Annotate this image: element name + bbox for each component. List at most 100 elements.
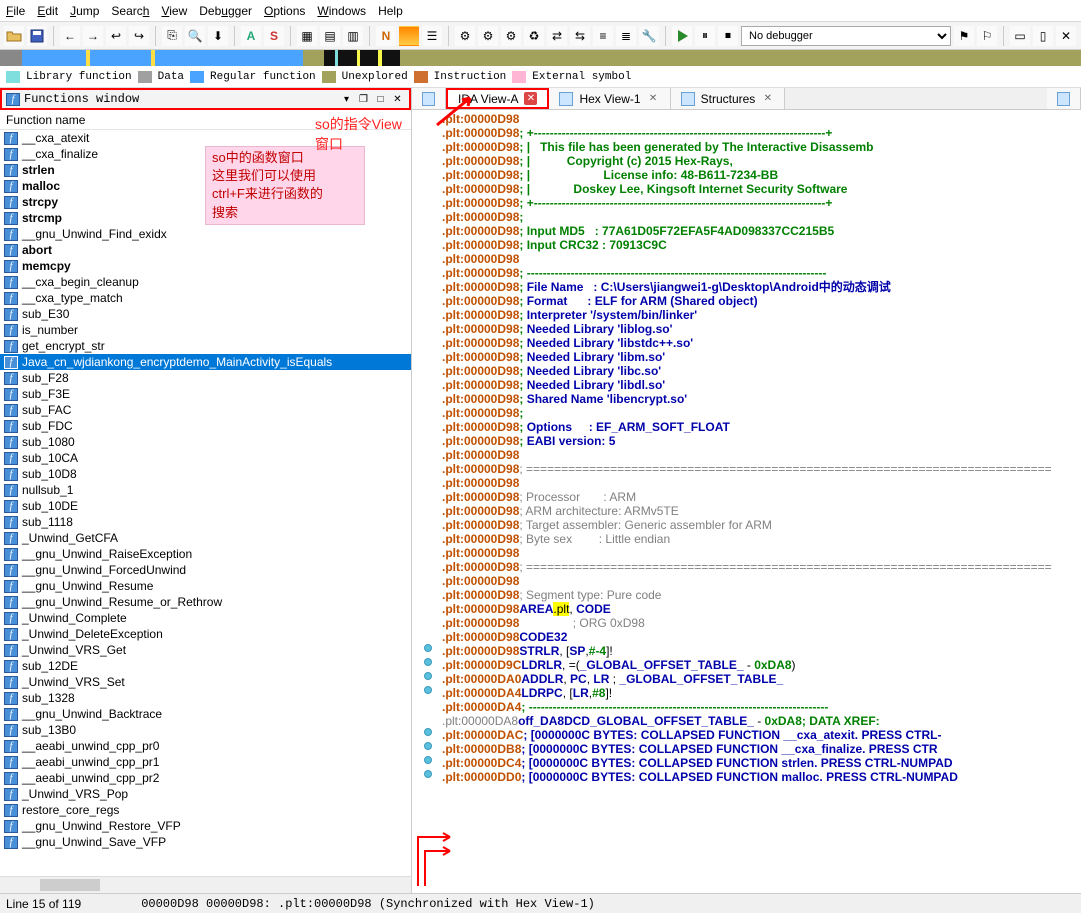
disasm-line[interactable]: .plt:00000D98 ; ORG 0xD98: [442, 616, 1081, 630]
disasm-line[interactable]: .plt:00000D98 ; +-----------------------…: [442, 196, 1081, 210]
disasm-line[interactable]: .plt:00000D98 ; Target assembler: Generi…: [442, 518, 1081, 532]
menu-windows[interactable]: Windows: [317, 4, 366, 18]
breakpoint-dot[interactable]: [424, 672, 432, 680]
disasm-line[interactable]: .plt:00000DA8 off_DA8 DCD _GLOBAL_OFFSET…: [442, 714, 1081, 728]
breakpoint-dot[interactable]: [424, 756, 432, 764]
dbg1-icon[interactable]: ⚑: [954, 26, 974, 46]
disasm-line[interactable]: .plt:00000D98 ; Interpreter '/system/bin…: [442, 308, 1081, 322]
nav-overview[interactable]: [0, 50, 1081, 66]
back2-icon[interactable]: ↩: [106, 26, 126, 46]
menu-help[interactable]: Help: [378, 4, 403, 18]
breakpoint-dot[interactable]: [424, 644, 432, 652]
panel-close-icon[interactable]: ✕: [390, 92, 405, 107]
function-row[interactable]: get_encrypt_str: [0, 338, 411, 354]
text-a-icon[interactable]: A: [241, 26, 261, 46]
win1-icon[interactable]: ▭: [1010, 26, 1030, 46]
back-icon[interactable]: ←: [60, 26, 80, 46]
graph3-icon[interactable]: ▥: [343, 26, 363, 46]
disasm-line[interactable]: .plt:00000D98 ; Options : EF_ARM_SOFT_FL…: [442, 420, 1081, 434]
disasm-line[interactable]: .plt:00000D98 ; Needed Library 'liblog.s…: [442, 322, 1081, 336]
copy-icon[interactable]: ⎘: [162, 26, 182, 46]
function-row[interactable]: sub_FDC: [0, 418, 411, 434]
function-row[interactable]: sub_10DE: [0, 498, 411, 514]
pause-icon[interactable]: ⏸: [695, 26, 715, 46]
disasm-line[interactable]: .plt:00000D98 ; Segment type: Pure code: [442, 588, 1081, 602]
function-row[interactable]: sub_E30: [0, 306, 411, 322]
function-row[interactable]: _Unwind_VRS_Set: [0, 674, 411, 690]
disasm-line[interactable]: .plt:00000D98 STR LR, [SP,#-4]!: [442, 644, 1081, 658]
disasm-line[interactable]: .plt:00000D98 ; Format : ELF for ARM (Sh…: [442, 294, 1081, 308]
tab-hex-view[interactable]: Hex View-1 ✕: [549, 88, 670, 109]
function-row[interactable]: sub_10CA: [0, 450, 411, 466]
function-row[interactable]: __cxa_type_match: [0, 290, 411, 306]
debugger-select[interactable]: No debugger: [741, 26, 951, 46]
disasm-line[interactable]: .plt:00000DAC ; [0000000C BYTES: COLLAPS…: [442, 728, 1081, 742]
disasm-line[interactable]: .plt:00000DC4 ; [0000000C BYTES: COLLAPS…: [442, 756, 1081, 770]
function-row[interactable]: __gnu_Unwind_Find_exidx: [0, 226, 411, 242]
function-row[interactable]: sub_12DE: [0, 658, 411, 674]
function-row[interactable]: nullsub_1: [0, 482, 411, 498]
disasm-line[interactable]: .plt:00000D98 ; Shared Name 'libencrypt.…: [442, 392, 1081, 406]
function-row[interactable]: __gnu_Unwind_Restore_VFP: [0, 818, 411, 834]
disasm-line[interactable]: .plt:00000D98 ; Processor : ARM: [442, 490, 1081, 504]
disasm-line[interactable]: .plt:00000D98 ; ------------------------…: [442, 266, 1081, 280]
disasm-line[interactable]: .plt:00000D98: [442, 252, 1081, 266]
disasm-line[interactable]: .plt:00000D98: [442, 574, 1081, 588]
bar1-icon[interactable]: [399, 26, 419, 46]
function-row[interactable]: _Unwind_DeleteException: [0, 626, 411, 642]
function-row[interactable]: sub_1118: [0, 514, 411, 530]
menu-view[interactable]: View: [161, 4, 187, 18]
breakpoint-dot[interactable]: [424, 728, 432, 736]
cfg3-icon[interactable]: ⚙: [501, 26, 521, 46]
breakpoint-dot[interactable]: [424, 742, 432, 750]
function-row[interactable]: __aeabi_unwind_cpp_pr1: [0, 754, 411, 770]
disasm-line[interactable]: .plt:00000D98 ; ========================…: [442, 560, 1081, 574]
function-row[interactable]: __gnu_Unwind_Resume: [0, 578, 411, 594]
disasm-line[interactable]: .plt:00000D98 CODE32: [442, 630, 1081, 644]
disasm-line[interactable]: .plt:00000D98 ; | License info: 48-B611-…: [442, 168, 1081, 182]
disasm-line[interactable]: .plt:00000DB8 ; [0000000C BYTES: COLLAPS…: [442, 742, 1081, 756]
disasm-line[interactable]: .plt:00000D9C LDR LR, =(_GLOBAL_OFFSET_T…: [442, 658, 1081, 672]
function-row[interactable]: sub_1080: [0, 434, 411, 450]
disasm-line[interactable]: .plt:00000DA4 ; ------------------------…: [442, 700, 1081, 714]
disasm-line[interactable]: .plt:00000DA0 ADD LR, PC, LR ; _GLOBAL_O…: [442, 672, 1081, 686]
play-icon[interactable]: [672, 26, 692, 46]
function-row[interactable]: is_number: [0, 322, 411, 338]
disasm-line[interactable]: .plt:00000D98 ; EABI version: 5: [442, 434, 1081, 448]
breakpoint-dot[interactable]: [424, 658, 432, 666]
graph1-icon[interactable]: ▦: [297, 26, 317, 46]
disasm-line[interactable]: .plt:00000D98 ; Input MD5 : 77A61D05F72E…: [442, 224, 1081, 238]
functions-hscroll[interactable]: [0, 876, 411, 893]
function-row[interactable]: sub_10D8: [0, 466, 411, 482]
disasm-line[interactable]: .plt:00000D98 ; ARM architecture: ARMv5T…: [442, 504, 1081, 518]
functions-list[interactable]: __cxa_atexit__cxa_finalizestrlenmallocst…: [0, 130, 411, 876]
tab-structures[interactable]: Structures ✕: [671, 88, 786, 109]
xrefs-icon[interactable]: ⇄: [547, 26, 567, 46]
bar2-icon[interactable]: ☰: [422, 26, 442, 46]
menu-search[interactable]: Search: [111, 4, 149, 18]
function-row[interactable]: abort: [0, 242, 411, 258]
disasm-view[interactable]: .plt:00000D98 .plt:00000D98 ; +---------…: [412, 110, 1081, 893]
forward2-icon[interactable]: ↪: [129, 26, 149, 46]
findnext-icon[interactable]: ⬇: [208, 26, 228, 46]
text-s-icon[interactable]: S: [264, 26, 284, 46]
list2-icon[interactable]: ≣: [616, 26, 636, 46]
menu-file[interactable]: File: [6, 4, 25, 18]
find-icon[interactable]: 🔍: [185, 26, 205, 46]
function-row[interactable]: restore_core_regs: [0, 802, 411, 818]
tab-close-icon[interactable]: ✕: [761, 92, 774, 105]
function-row[interactable]: sub_F28: [0, 370, 411, 386]
cfg1-icon[interactable]: ⚙: [455, 26, 475, 46]
function-row[interactable]: __gnu_Unwind_Resume_or_Rethrow: [0, 594, 411, 610]
menu-jump[interactable]: Jump: [70, 4, 99, 18]
function-row[interactable]: sub_1328: [0, 690, 411, 706]
function-row[interactable]: _Unwind_VRS_Pop: [0, 786, 411, 802]
function-row[interactable]: sub_FAC: [0, 402, 411, 418]
open-icon[interactable]: [4, 26, 24, 46]
breakpoint-dot[interactable]: [424, 770, 432, 778]
function-row[interactable]: __aeabi_unwind_cpp_pr2: [0, 770, 411, 786]
stop-icon[interactable]: ⏹: [718, 26, 738, 46]
disasm-line[interactable]: .plt:00000D98 AREA .plt, CODE: [442, 602, 1081, 616]
disasm-line[interactable]: .plt:00000D98 ;: [442, 406, 1081, 420]
win2-icon[interactable]: ▯: [1033, 26, 1053, 46]
